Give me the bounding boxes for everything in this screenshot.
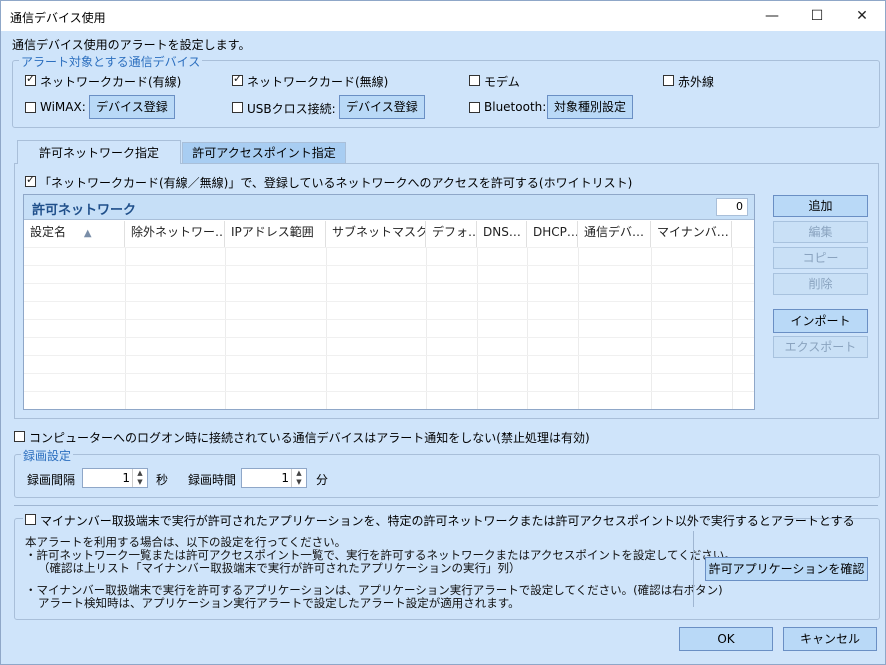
row-divider: [24, 283, 754, 284]
row-divider: [24, 319, 754, 320]
allowed-network-table[interactable]: 許可ネットワーク 0 設定名 ▲ 除外ネットワー… IPアドレス範囲 サブネット…: [23, 194, 755, 410]
column-divider: [578, 247, 579, 409]
note-line: アラート検知時は、アプリケーション実行アラートで設定したアラート設定が適用されま…: [38, 596, 520, 610]
column-divider: [527, 247, 528, 409]
whitelist-checkbox[interactable]: [25, 173, 36, 187]
column-divider: [225, 247, 226, 409]
mynumber-checkbox[interactable]: [25, 514, 36, 525]
note-line: （確認は上リスト「マイナンバー取扱端末で実行が許可されたアプリケーションの実行」…: [38, 561, 521, 575]
column-header-dns[interactable]: DNS…: [477, 221, 527, 247]
column-divider: [477, 247, 478, 409]
usb-cross-checkbox[interactable]: [232, 102, 243, 113]
nic-wired-checkbox[interactable]: [25, 72, 36, 86]
ok-button[interactable]: OK: [679, 627, 773, 651]
copy-button[interactable]: コピー: [773, 247, 868, 269]
interval-value: 1: [122, 471, 130, 485]
wimax-label: WiMAX:: [40, 100, 86, 114]
bluetooth-checkbox[interactable]: [469, 102, 480, 113]
column-header-mynumber[interactable]: マイナンバ…: [651, 221, 732, 247]
add-button[interactable]: 追加: [773, 195, 868, 217]
dialog-window: 通信デバイス使用 — ☐ ✕ 通信デバイス使用のアラートを設定します。 アラート…: [0, 0, 886, 665]
close-button[interactable]: ✕: [839, 1, 885, 31]
recording-legend: 録画設定: [21, 447, 74, 464]
usb-cross-label: USBクロス接続:: [247, 102, 336, 116]
description-text: 通信デバイス使用のアラートを設定します。: [12, 38, 251, 52]
interval-label: 録画間隔: [27, 473, 76, 487]
note-divider: [693, 531, 694, 607]
duration-spinner[interactable]: 1 ▲ ▼: [241, 468, 307, 488]
column-divider: [326, 247, 327, 409]
import-button[interactable]: インポート: [773, 309, 868, 333]
row-divider: [24, 337, 754, 338]
wimax-register-button[interactable]: デバイス登録: [89, 95, 175, 119]
tab-allowed-network[interactable]: 許可ネットワーク指定: [17, 140, 181, 164]
interval-spinner[interactable]: 1 ▲ ▼: [82, 468, 148, 488]
sort-ascending-icon: ▲: [83, 228, 92, 239]
column-divider: [125, 247, 126, 409]
row-divider: [24, 373, 754, 374]
column-header-default[interactable]: デフォ…: [426, 221, 477, 247]
tab-allowed-access-point[interactable]: 許可アクセスポイント指定: [182, 142, 346, 163]
row-divider: [24, 301, 754, 302]
delete-button[interactable]: 削除: [773, 273, 868, 295]
spinner-arrows-icon[interactable]: ▲ ▼: [132, 469, 147, 487]
row-divider: [24, 265, 754, 266]
logon-checkbox[interactable]: [14, 431, 25, 442]
modem-checkbox[interactable]: [469, 75, 480, 86]
wimax-checkbox[interactable]: [25, 102, 36, 113]
nic-wireless-checkbox[interactable]: [232, 72, 243, 86]
column-header-subnet-mask[interactable]: サブネットマスク: [326, 221, 426, 247]
column-divider: [732, 247, 733, 409]
column-header-ip-range[interactable]: IPアドレス範囲: [225, 221, 326, 247]
bluetooth-type-settings-button[interactable]: 対象種別設定: [547, 95, 633, 119]
modem-label: モデム: [484, 75, 520, 89]
mynumber-label: マイナンバー取扱端末で実行が許可されたアプリケーションを、特定の許可ネットワーク…: [40, 514, 855, 528]
column-divider: [651, 247, 652, 409]
cancel-button[interactable]: キャンセル: [783, 627, 877, 651]
logon-label: コンピューターへのログオン時に接続されている通信デバイスはアラート通知をしない(…: [29, 431, 590, 445]
confirm-allowed-apps-button[interactable]: 許可アプリケーションを確認: [705, 557, 868, 581]
duration-value: 1: [281, 471, 289, 485]
column-header-exclude-network[interactable]: 除外ネットワー…: [125, 221, 225, 247]
column-header-dhcp[interactable]: DHCP…: [527, 221, 578, 247]
table-header-bar: 許可ネットワーク 0: [24, 195, 754, 220]
column-header-comm-device[interactable]: 通信デバ…: [578, 221, 651, 247]
maximize-button[interactable]: ☐: [794, 1, 840, 31]
title-bar: 通信デバイス使用 — ☐ ✕: [1, 1, 885, 31]
whitelist-label: 「ネットワークカード(有線／無線)」で、登録しているネットワークへのアクセスを許…: [39, 176, 633, 190]
separator: [14, 505, 878, 506]
column-label: 設定名: [30, 225, 67, 239]
table-title: 許可ネットワーク: [32, 203, 137, 218]
export-button[interactable]: エクスポート: [773, 336, 868, 358]
edit-button[interactable]: 編集: [773, 221, 868, 243]
duration-label: 録画時間: [188, 473, 237, 487]
column-divider: [426, 247, 427, 409]
window-title: 通信デバイス使用: [10, 11, 106, 25]
spinner-arrows-icon[interactable]: ▲ ▼: [291, 469, 306, 487]
duration-unit: 分: [316, 473, 329, 487]
infrared-checkbox[interactable]: [663, 75, 674, 86]
column-header-name[interactable]: 設定名 ▲: [24, 221, 125, 247]
row-divider: [24, 247, 754, 248]
item-count: 0: [716, 198, 748, 216]
row-divider: [24, 391, 754, 392]
interval-unit: 秒: [156, 473, 169, 487]
devices-legend: アラート対象とする通信デバイス: [19, 53, 203, 70]
row-divider: [24, 355, 754, 356]
bluetooth-label: Bluetooth:: [484, 100, 547, 114]
minimize-button[interactable]: —: [749, 1, 795, 31]
nic-wired-label: ネットワークカード(有線): [40, 75, 182, 89]
nic-wireless-label: ネットワークカード(無線): [247, 75, 389, 89]
usb-cross-register-button[interactable]: デバイス登録: [339, 95, 425, 119]
infrared-label: 赤外線: [678, 75, 715, 89]
